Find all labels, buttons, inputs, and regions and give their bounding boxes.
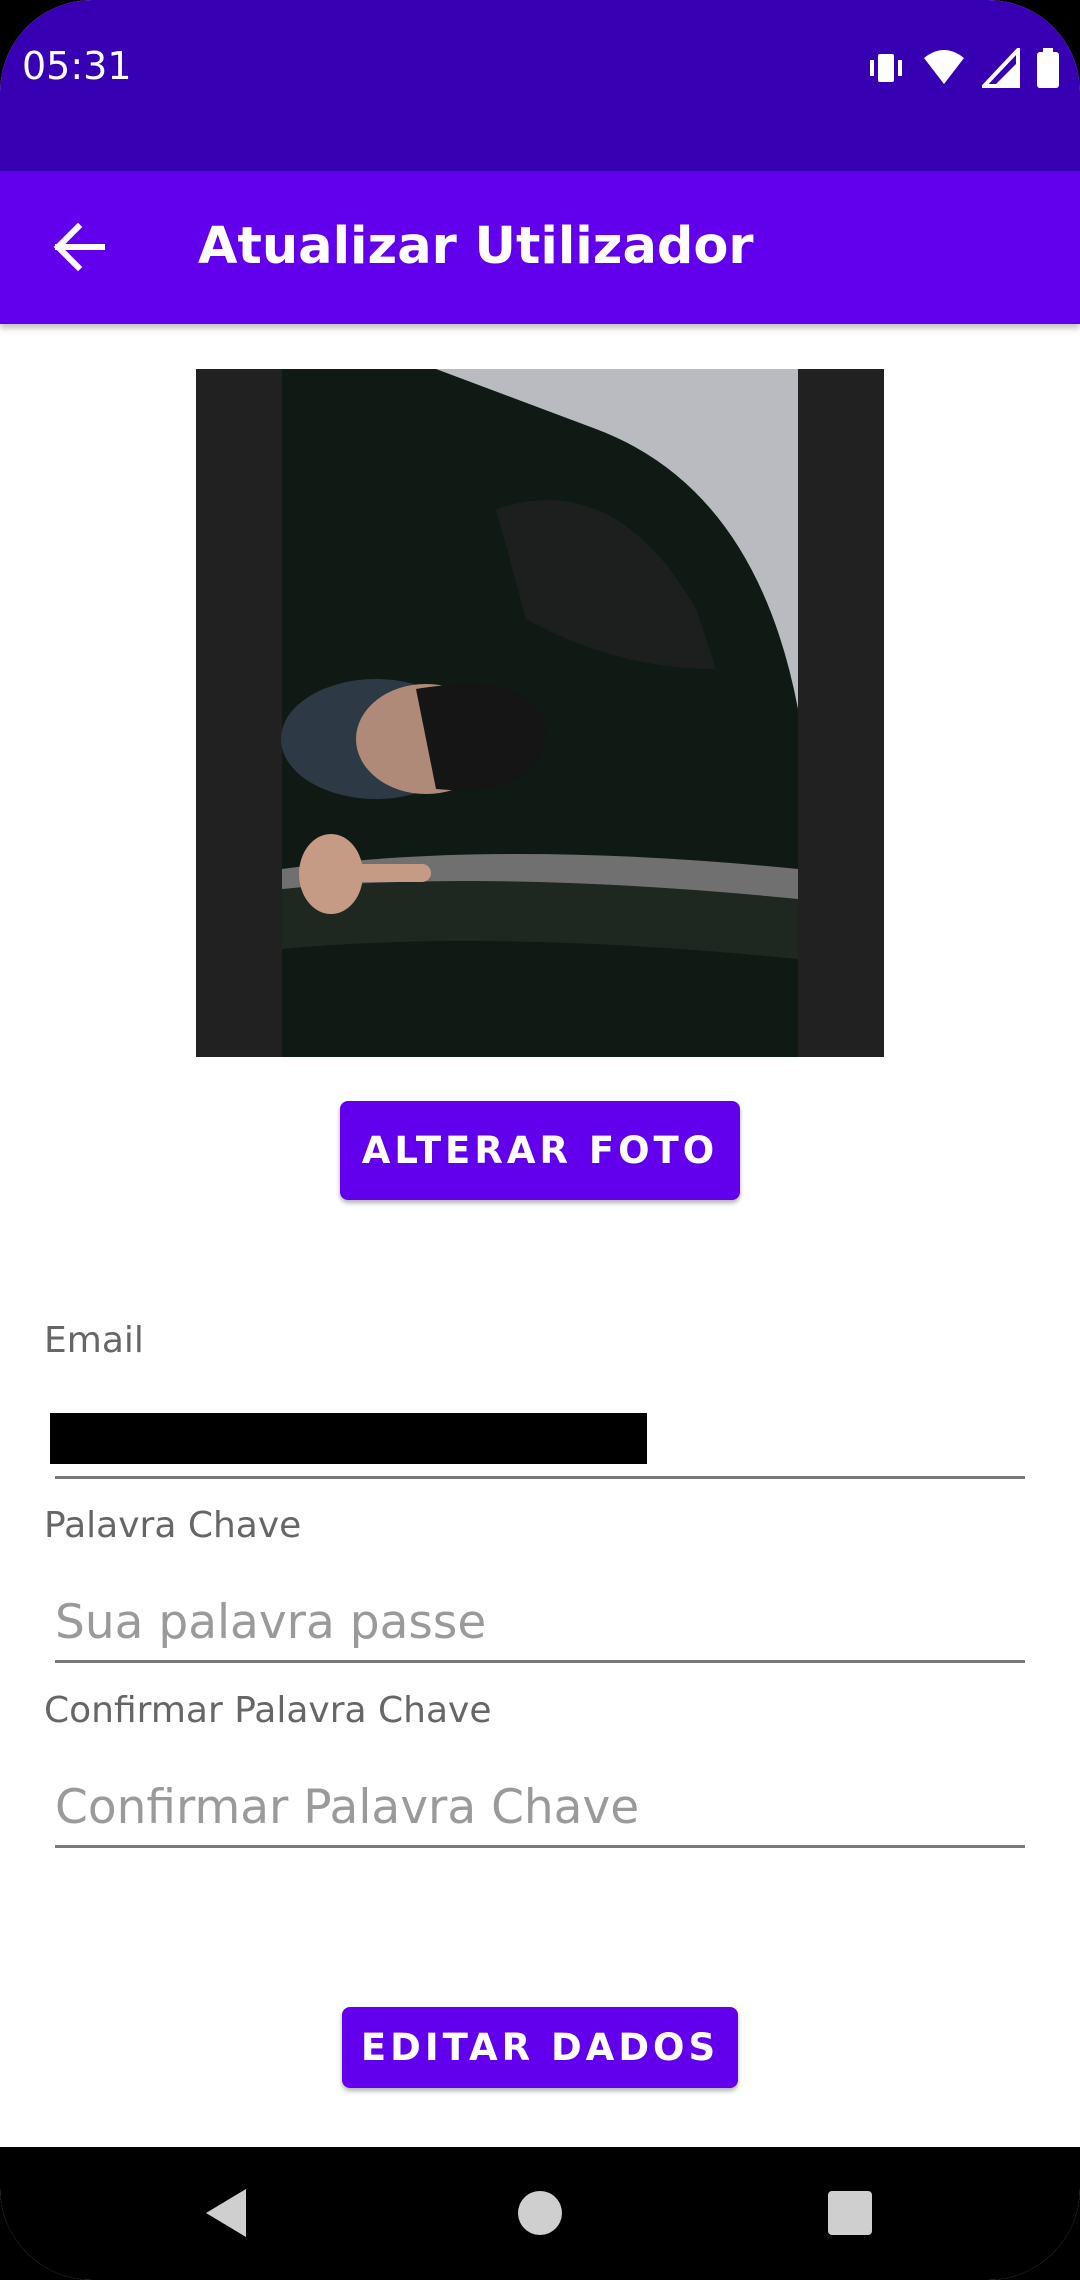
navigation-bar xyxy=(0,2147,1080,2280)
user-photo xyxy=(196,369,884,1057)
status-icons xyxy=(866,48,1060,88)
confirm-password-label: Confirmar Palavra Chave xyxy=(44,1690,492,1731)
password-field[interactable]: Sua palavra passe xyxy=(55,1588,1025,1663)
password-placeholder: Sua palavra passe xyxy=(55,1595,487,1650)
edit-data-button[interactable]: EDITAR DADOS xyxy=(342,2007,738,2088)
user-photo-image xyxy=(196,369,884,1057)
status-time: 05:31 xyxy=(22,44,132,88)
back-button[interactable] xyxy=(40,207,120,287)
back-triangle-icon[interactable] xyxy=(190,2177,262,2249)
wifi-icon xyxy=(924,50,964,84)
app-bar: Atualizar Utilizador xyxy=(0,171,1080,324)
arrow-back-icon xyxy=(53,222,105,272)
confirm-password-placeholder: Confirmar Palavra Chave xyxy=(55,1780,640,1835)
confirm-password-field[interactable]: Confirmar Palavra Chave xyxy=(55,1773,1025,1848)
recents-square-icon[interactable] xyxy=(814,2177,886,2249)
page-title: Atualizar Utilizador xyxy=(198,217,754,276)
screen: 05:31 Atualizar Utilizador ALTERAR FOTO … xyxy=(0,0,1080,2280)
status-bar: 05:31 xyxy=(0,0,1080,171)
vibrate-icon xyxy=(870,54,902,82)
redacted-email xyxy=(50,1413,647,1464)
password-label: Palavra Chave xyxy=(44,1505,302,1546)
email-field[interactable] xyxy=(50,1404,1025,1479)
change-photo-button[interactable]: ALTERAR FOTO xyxy=(340,1101,740,1200)
email-label: Email xyxy=(44,1320,144,1361)
signal-icon xyxy=(982,48,1020,88)
home-circle-icon[interactable] xyxy=(504,2177,576,2249)
battery-icon xyxy=(1037,48,1059,88)
